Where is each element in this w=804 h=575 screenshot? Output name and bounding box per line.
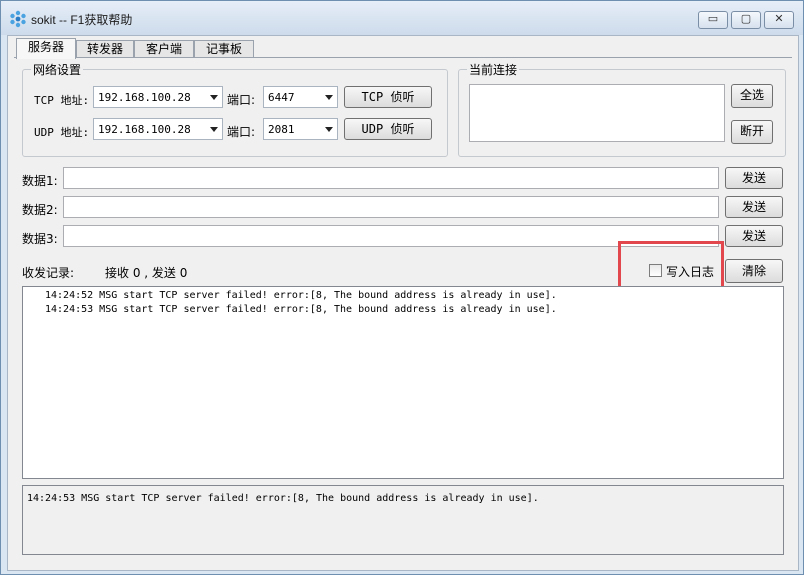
network-settings-group: 网络设置 TCP 地址: 192.168.100.28 端口: 6447 TCP… <box>22 61 448 157</box>
current-connections-group: 当前连接 全选 断开 <box>458 61 786 157</box>
minimize-button[interactable]: ▭ <box>698 11 728 29</box>
connections-list[interactable] <box>469 84 725 142</box>
tcp-address-label: TCP 地址: <box>34 94 90 107</box>
minimize-icon: ▭ <box>707 12 719 25</box>
network-settings-title: 网络设置 <box>31 61 84 78</box>
udp-port-label: 端口: <box>227 125 256 139</box>
tcp-port-value: 6447 <box>268 91 295 104</box>
chevron-down-icon <box>325 127 333 132</box>
send-data2-button[interactable]: 发送 <box>725 196 783 218</box>
window-title: sokit -- F1获取帮助 <box>31 13 133 27</box>
select-all-button[interactable]: 全选 <box>731 84 773 108</box>
udp-address-value: 192.168.100.28 <box>98 123 191 136</box>
tcp-port-label: 端口: <box>227 93 256 107</box>
records-log[interactable]: 14:24:52 MSG start TCP server failed! er… <box>22 286 784 479</box>
current-connections-title: 当前连接 <box>467 61 520 78</box>
tcp-address-value: 192.168.100.28 <box>98 91 191 104</box>
tab-forwarder[interactable]: 转发器 <box>76 40 134 58</box>
send-data3-button[interactable]: 发送 <box>725 225 783 247</box>
records-stats: 接收 0 , 发送 0 <box>105 266 188 280</box>
udp-address-combo[interactable]: 192.168.100.28 <box>93 118 223 140</box>
tcp-port-combo[interactable]: 6447 <box>263 86 338 108</box>
close-icon: ✕ <box>774 12 784 25</box>
chevron-down-icon <box>325 95 333 100</box>
data2-input[interactable] <box>63 196 719 218</box>
server-page: 网络设置 TCP 地址: 192.168.100.28 端口: 6447 TCP… <box>14 57 792 567</box>
tab-server[interactable]: 服务器 <box>16 38 76 59</box>
data2-label: 数据2: <box>22 203 58 217</box>
clear-button[interactable]: 清除 <box>725 259 783 283</box>
chevron-down-icon <box>210 127 218 132</box>
maximize-button[interactable]: ▢ <box>731 11 761 29</box>
disconnect-button[interactable]: 断开 <box>731 120 773 144</box>
tab-notepad[interactable]: 记事板 <box>194 40 254 58</box>
udp-port-combo[interactable]: 2081 <box>263 118 338 140</box>
data1-label: 数据1: <box>22 174 58 188</box>
chevron-down-icon <box>210 95 218 100</box>
udp-address-label: UDP 地址: <box>34 126 90 139</box>
maximize-icon: ▢ <box>740 12 752 25</box>
app-icon <box>10 10 26 28</box>
tab-client[interactable]: 客户端 <box>134 40 194 58</box>
data3-label: 数据3: <box>22 232 58 246</box>
status-panel: 14:24:53 MSG start TCP server failed! er… <box>22 485 784 555</box>
log-line: 14:24:53 MSG start TCP server failed! er… <box>45 304 557 315</box>
udp-port-value: 2081 <box>268 123 295 136</box>
status-text: 14:24:53 MSG start TCP server failed! er… <box>27 493 539 504</box>
udp-listen-button[interactable]: UDP 侦听 <box>344 118 432 140</box>
close-button[interactable]: ✕ <box>764 11 794 29</box>
records-label: 收发记录: <box>22 266 75 280</box>
log-line: 14:24:52 MSG start TCP server failed! er… <box>45 290 557 301</box>
app-window: sokit -- F1获取帮助 ▭ ▢ ✕ 服务器 转发器 客户端 记事板 网络… <box>0 0 804 575</box>
tcp-listen-button[interactable]: TCP 侦听 <box>344 86 432 108</box>
tcp-address-combo[interactable]: 192.168.100.28 <box>93 86 223 108</box>
title-bar[interactable]: sokit -- F1获取帮助 ▭ ▢ ✕ <box>1 1 803 35</box>
data1-input[interactable] <box>63 167 719 189</box>
client-area: 服务器 转发器 客户端 记事板 网络设置 TCP 地址: 192.168.100… <box>7 35 799 571</box>
send-data1-button[interactable]: 发送 <box>725 167 783 189</box>
